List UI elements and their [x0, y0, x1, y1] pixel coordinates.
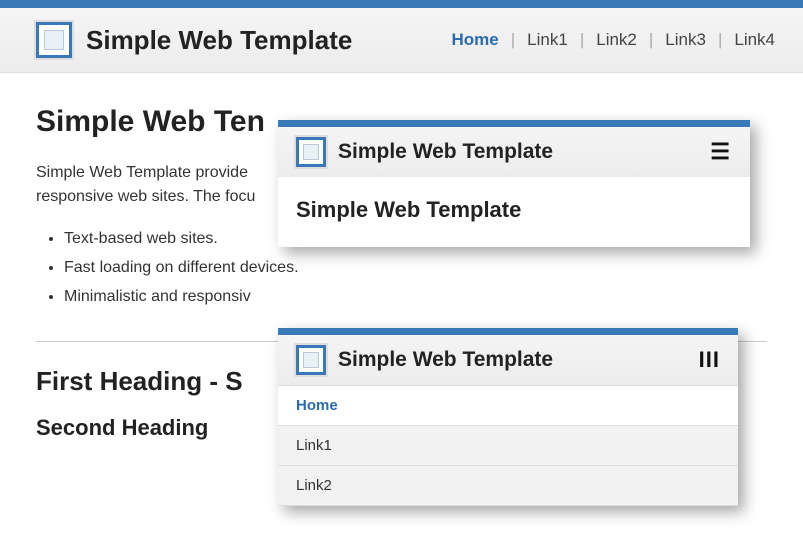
list-item: Fast loading on different devices.: [64, 254, 767, 283]
expanded-menu: Home Link1 Link2: [278, 385, 738, 506]
card-title: Simple Web Template: [338, 140, 553, 164]
card-accent-bar: [278, 120, 750, 127]
main-nav: Home | Link1 | Link2 | Link3 | Link4: [448, 30, 779, 50]
logo-icon: [36, 22, 72, 58]
nav-link2[interactable]: Link2: [592, 30, 641, 50]
responsive-preview-expanded: Simple Web Template III Home Link1 Link2: [278, 328, 738, 506]
menu-item-link2[interactable]: Link2: [278, 466, 738, 506]
card-body: Simple Web Template: [278, 177, 750, 247]
top-accent-bar: [0, 0, 803, 8]
list-item: Minimalistic and responsiv: [64, 283, 767, 312]
nav-link4[interactable]: Link4: [730, 30, 779, 50]
nav-link1[interactable]: Link1: [523, 30, 572, 50]
card-header: Simple Web Template ☰: [278, 127, 750, 177]
nav-separator: |: [572, 30, 592, 50]
menu-item-link1[interactable]: Link1: [278, 426, 738, 466]
site-header: Simple Web Template Home | Link1 | Link2…: [0, 8, 803, 73]
nav-separator: |: [641, 30, 661, 50]
nav-separator: |: [503, 30, 523, 50]
logo-icon: [296, 137, 326, 167]
card-heading: Simple Web Template: [296, 197, 732, 223]
site-title: Simple Web Template: [86, 25, 352, 56]
nav-home[interactable]: Home: [448, 30, 503, 50]
card-title: Simple Web Template: [338, 348, 553, 372]
menu-open-icon[interactable]: III: [699, 347, 720, 373]
card-header: Simple Web Template III: [278, 335, 738, 385]
card-accent-bar: [278, 328, 738, 335]
menu-item-home[interactable]: Home: [278, 386, 738, 426]
logo-icon: [296, 345, 326, 375]
hamburger-icon[interactable]: ☰: [710, 139, 732, 165]
responsive-preview-collapsed: Simple Web Template ☰ Simple Web Templat…: [278, 120, 750, 247]
nav-separator: |: [710, 30, 730, 50]
nav-link3[interactable]: Link3: [661, 30, 710, 50]
